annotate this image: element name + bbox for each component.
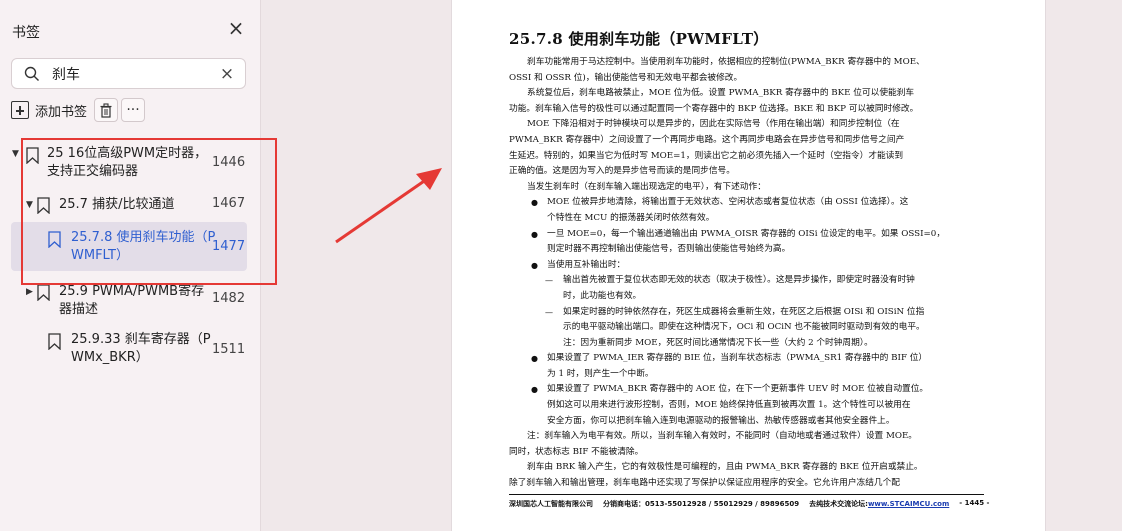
bookmark-item-pwm-timer[interactable]: ▼ 25 16位高级PWM定时器， 支持正交编码器 1446 [0,145,261,181]
annotation-arrow [335,168,442,244]
text-line: 注：刹车输入为电平有效。所以，当刹车输入有效时，不能同时（自动地或者通过软件）设… [527,431,917,442]
text-line: 生延迟。特别的，如果当它为低时写 MOE=1，则读出它之前必须先插入一个延时（空… [509,150,904,161]
more-icon: ··· [126,102,140,118]
bookmark-label: 支持正交编码器 [47,164,139,179]
bookmark-page: 1467 [212,196,246,211]
bookmark-label: 25 16位高级PWM定时器， [47,146,208,161]
more-options-button[interactable]: ··· [121,98,145,122]
bookmark-icon [48,231,61,248]
text-line: MOE 下降沿相对于时钟模块可以是异步的，因此在实际信号（作用在输出端）和同步控… [527,119,900,130]
bookmark-label: 器描述 [59,302,99,317]
bookmark-icon [37,284,50,301]
text-line: 一旦 MOE=0，每一个输出通道输出由 PWMA_OISR 寄存器的 OISi … [509,227,984,243]
footer-forum-link[interactable]: www.STCAIMCU.com [868,500,949,508]
bookmark-page: 1511 [212,342,246,357]
caret-down-icon[interactable]: ▼ [12,149,19,159]
text-line: 如果定时器的时钟依然存在，死区生成器将会重新生效，在死区之后根据 OISi 和 … [509,305,984,321]
bookmark-item-register-desc[interactable]: ▶ 25.9 PWMA/PWMB寄存 器描述 1482 [0,283,261,319]
bookmark-label: 25.9.33 刹车寄存器（P [71,332,211,347]
text-line: PWMA_BKR 寄存器中）之间设置了一个再同步电路。这个再同步电路会在异步信号… [509,134,905,145]
add-bookmark-button[interactable]: 添加书签 [11,98,89,122]
text-line: 时，此功能也有效。 [563,290,642,301]
bookmark-sidebar: 书签 × × 添加书签 ··· ▼ [0,0,261,531]
bookmark-label: 25.9 PWMA/PWMB寄存 [59,284,205,299]
caret-down-icon[interactable]: ▼ [26,200,33,210]
text-line: 如果设置了 PWMA_IER 寄存器的 BIE 位，当刹车状态标志（PWMA_S… [509,351,984,367]
text-line: 安全方面，你可以把刹车输入连到电源驱动的报警输出、热敏传感器或者其他安全器件上。 [547,415,895,426]
text-line: 为 1 时，则产生一个中断。 [547,368,654,379]
add-bookmark-icon [11,101,29,119]
text-line: 正确的值。这是因为写入的是异步信号而读的是同步信号。 [509,166,735,177]
footer-forum: 去纯技术交流论坛:www.STCAIMCU.com [809,499,949,509]
bookmark-item-brake-register[interactable]: 25.9.33 刹车寄存器（P WMx_BKR） 1511 [0,331,261,367]
document-body: 25.7.8 使用刹车功能（PWMFLT） 刹车功能常用于马达控制中。当使用刹车… [509,28,984,492]
text-line: OSSI 和 OSSR 位)，输出使能信号和无效电平都会被修改。 [509,72,743,83]
bookmark-page: 1482 [212,291,246,306]
document-page: 25.7.8 使用刹车功能（PWMFLT） 刹车功能常用于马达控制中。当使用刹车… [451,0,1046,531]
page-footer: 深圳国芯人工智能有限公司 分销商电话：0513-55012928 / 55012… [509,494,989,509]
text-line: 刹车功能常用于马达控制中。当使用刹车功能时，依据相应的控制位(PWMA_BKR … [527,57,925,67]
text-line: 除了刹车输入和输出管理，刹车电路中还实现了写保护以保证应用程序的安全。它允许用户… [509,478,900,489]
bookmark-label: WMFLT） [71,248,129,263]
search-icon [24,66,39,81]
sidebar-title: 书签 [12,25,40,41]
text-line: 例如这可以用来进行波形控制，否则，MOE 始终保持低直到被再次置 1。这个特性可… [547,400,911,411]
search-input[interactable] [52,64,212,84]
text-line: 同时，状态标志 BIF 不能被清除。 [509,446,644,457]
clear-search-icon[interactable]: × [217,64,237,84]
add-bookmark-label: 添加书签 [35,104,88,120]
document-text: 刹车功能常用于马达控制中。当使用刹车功能时，依据相应的控制位(PWMA_BKR … [509,55,984,492]
text-line: 如果设置了 PWMA_BKR 寄存器中的 AOE 位，在下一个更新事件 UEV … [509,382,984,398]
caret-right-icon[interactable]: ▶ [26,287,33,297]
bookmark-label: 25.7.8 使用刹车功能（P [71,230,216,245]
bookmark-label: 25.7 捕获/比较通道 [59,197,175,212]
section-heading: 25.7.8 使用刹车功能（PWMFLT） [509,30,769,48]
bookmark-icon [48,333,61,350]
text-line: 输出首先被置于复位状态即无效的状态（取决于极性）。这是异步操作，即使定时器没有时… [509,273,984,289]
text-line: 当使用互补输出时： [509,258,984,274]
bookmark-page: 1446 [212,155,246,170]
bookmark-icon [37,197,50,214]
footer-forum-label: 去纯技术交流论坛: [809,500,868,508]
close-icon[interactable]: × [226,18,246,38]
bookmark-item-brake-function[interactable]: 25.7.8 使用刹车功能（P WMFLT） 1477 [0,222,261,271]
bookmark-page: 1477 [212,239,246,254]
bookmark-icon [26,147,39,164]
text-line: 注：因为重新同步 MOE，死区时间比通常情况下长一些（大约 2 个时钟周期）。 [563,337,873,348]
text-line: 系统复位后，刹车电路被禁止，MOE 位为低。设置 PWMA_BKR 寄存器中的 … [527,88,915,99]
text-line: 当发生刹车时（在刹车输入端出现选定的电平），有下述动作： [527,181,766,192]
trash-icon [100,102,112,118]
bookmark-label: WMx_BKR） [71,350,149,365]
delete-bookmark-button[interactable] [94,98,118,122]
text-line: 个特性在 MCU 的振荡器关闭时依然有效。 [547,212,715,223]
text-line: 则定时器不再控制输出使能信号，否则输出使能信号始终为高。 [547,244,791,255]
footer-page-number: - 1445 - [959,499,990,507]
footer-phone: 分销商电话：0513-55012928 / 55012929 / 8989650… [603,500,800,508]
footer-company: 深圳国芯人工智能有限公司 [509,500,593,508]
bookmark-item-capture-compare[interactable]: ▼ 25.7 捕获/比较通道 1467 [0,195,261,215]
text-line: 刹车由 BRK 输入产生，它的有效极性是可编程的，且由 PWMA_BKR 寄存器… [527,462,923,473]
text-line: 示的电平驱动输出端口。即使在这种情况下，OCi 和 OCiN 也不能被同时驱动到… [563,322,925,333]
search-box[interactable]: × [11,58,246,89]
text-line: MOE 位被异步地清除，将输出置于无效状态、空闲状态或者复位状态（由 OSSI … [509,195,984,211]
text-line: 功能。刹车输入信号的极性可以通过配置同一个寄存器中的 BKP 位选择。BKE 和… [509,103,919,114]
